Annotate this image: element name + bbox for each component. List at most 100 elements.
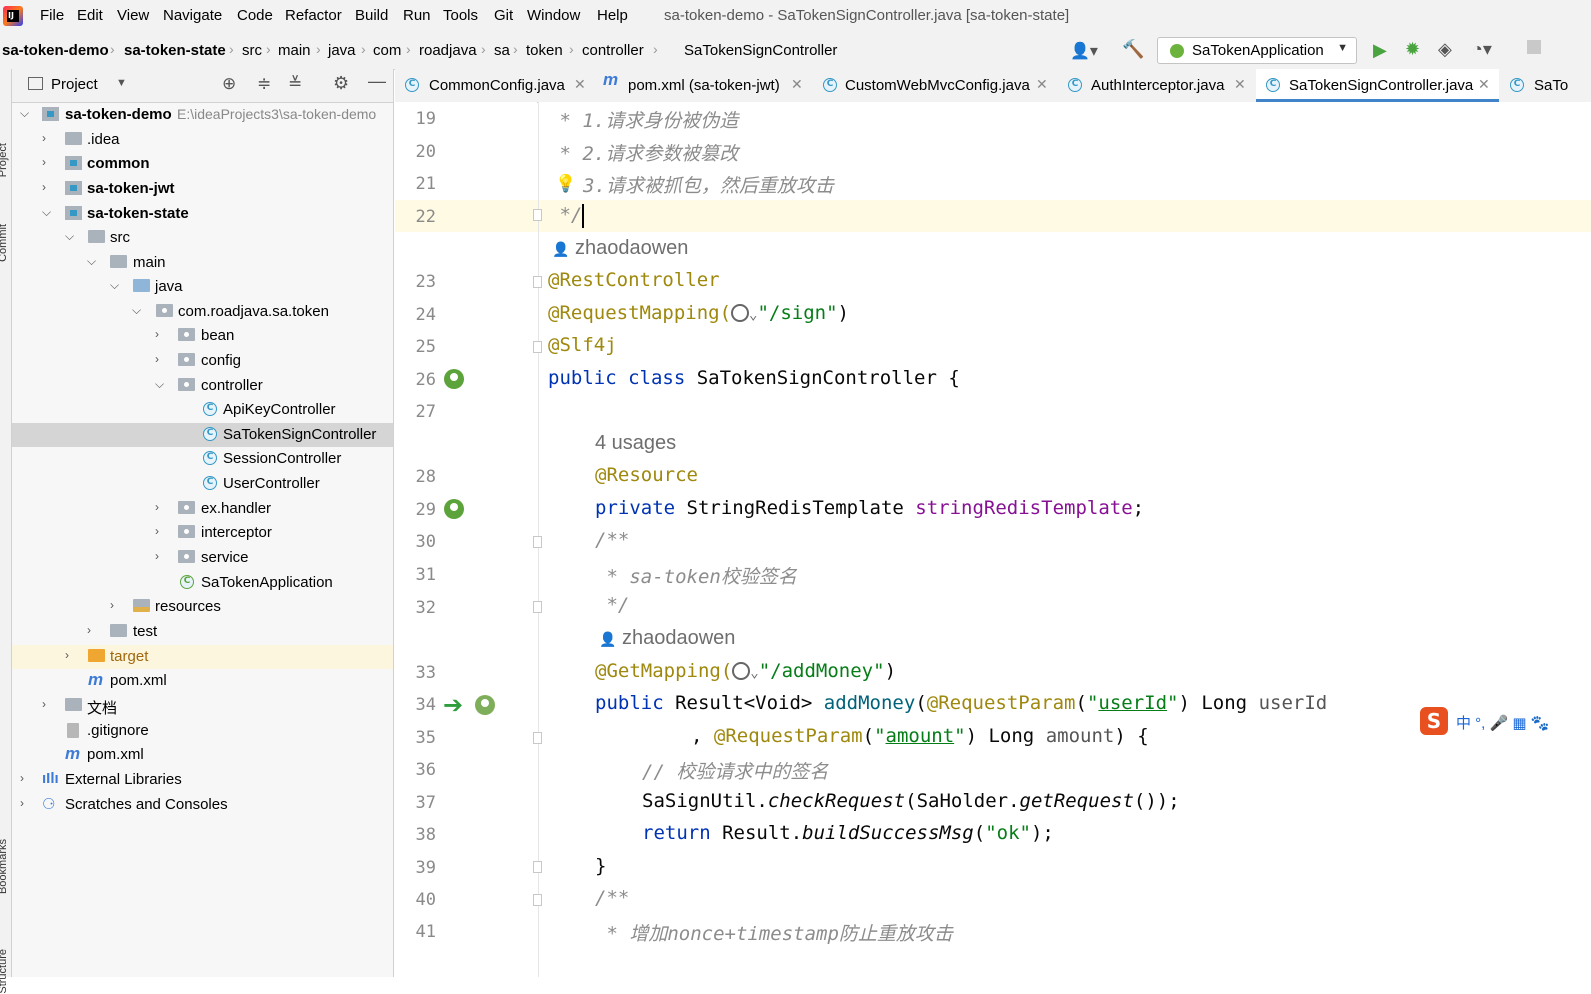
breadcrumb-item[interactable]: java bbox=[328, 42, 356, 59]
spring-bean-icon[interactable] bbox=[444, 499, 464, 519]
sogou-ime-icon[interactable]: S bbox=[1420, 707, 1448, 735]
tab-authinterceptor[interactable]: C AuthInterceptor.java ✕ bbox=[1059, 69, 1255, 102]
commit-tool-label[interactable]: Commit bbox=[0, 224, 9, 262]
collapse-all-icon[interactable]: ≚ bbox=[288, 74, 302, 94]
run-configuration-select[interactable]: SaTokenApplication ▼ bbox=[1157, 37, 1357, 64]
fold-marker-icon[interactable] bbox=[533, 861, 542, 873]
breadcrumb-item-current[interactable]: SaTokenSignController bbox=[684, 42, 837, 59]
tree-item-ex-handler[interactable]: › ex.handler bbox=[12, 497, 393, 521]
tree-item-satokensigncontroller-selected[interactable]: C SaTokenSignController bbox=[12, 423, 393, 447]
arrow-right-icon[interactable]: ➔ bbox=[443, 691, 463, 720]
tree-item-sa-token-jwt[interactable]: › sa-token-jwt bbox=[12, 177, 393, 201]
breadcrumb-item[interactable]: controller bbox=[582, 42, 644, 59]
breadcrumb-item[interactable]: src bbox=[242, 42, 262, 59]
coverage-icon[interactable]: ◈ bbox=[1438, 39, 1452, 60]
chevron-down-icon[interactable]: ⌄ bbox=[750, 665, 758, 681]
profiler-icon[interactable]: ◔▾ bbox=[1472, 39, 1492, 60]
breadcrumb-item[interactable]: token bbox=[526, 42, 563, 59]
tree-item-src[interactable]: ⌵ src bbox=[12, 226, 393, 250]
menu-file[interactable]: File bbox=[40, 7, 64, 24]
menu-refactor[interactable]: Refactor bbox=[285, 7, 342, 24]
code-editor[interactable] bbox=[539, 102, 1591, 977]
hide-panel-icon[interactable]: — bbox=[368, 71, 386, 92]
breadcrumb-item[interactable]: sa bbox=[494, 42, 510, 59]
tree-item-gitignore[interactable]: .gitignore bbox=[12, 719, 393, 743]
tree-item-test[interactable]: › test bbox=[12, 620, 393, 644]
run-icon[interactable]: ▶ bbox=[1373, 40, 1387, 61]
tree-item-pom-state[interactable]: m pom.xml bbox=[12, 669, 393, 693]
tree-item-pom-root[interactable]: m pom.xml bbox=[12, 743, 393, 767]
tree-item-sa-token-demo[interactable]: ⌵ sa-token-demo E:\ideaProjects3\sa-toke… bbox=[12, 103, 393, 127]
menu-git[interactable]: Git bbox=[494, 7, 513, 24]
tab-pom-jwt[interactable]: m pom.xml (sa-token-jwt) ✕ bbox=[596, 69, 813, 102]
tree-item-apikeycontroller[interactable]: C ApiKeyController bbox=[12, 398, 393, 422]
menu-code[interactable]: Code bbox=[237, 7, 273, 24]
menu-navigate[interactable]: Navigate bbox=[163, 7, 222, 24]
menu-tools[interactable]: Tools bbox=[443, 7, 478, 24]
fold-marker-icon[interactable] bbox=[533, 894, 542, 906]
lightbulb-icon[interactable]: 💡 bbox=[555, 174, 576, 194]
menu-edit[interactable]: Edit bbox=[77, 7, 103, 24]
debug-icon[interactable]: ✹ bbox=[1405, 39, 1420, 60]
tree-item-sa-token-state[interactable]: ⌵ sa-token-state bbox=[12, 202, 393, 226]
menu-view[interactable]: View bbox=[117, 7, 149, 24]
fold-marker-icon[interactable] bbox=[533, 536, 542, 548]
tree-item-bean[interactable]: › bean bbox=[12, 324, 393, 348]
menu-run[interactable]: Run bbox=[403, 7, 431, 24]
menu-build[interactable]: Build bbox=[355, 7, 388, 24]
tree-item-main[interactable]: ⌵ main bbox=[12, 251, 393, 275]
tree-item-controller[interactable]: ⌵ controller bbox=[12, 374, 393, 398]
bookmarks-tool-label[interactable]: Bookmarks bbox=[0, 839, 9, 894]
tree-item-interceptor[interactable]: › interceptor bbox=[12, 521, 393, 545]
expand-all-icon[interactable]: ≑ bbox=[257, 74, 271, 94]
tree-item-docs[interactable]: › 文档 bbox=[12, 694, 393, 718]
tree-item-target[interactable]: › target bbox=[12, 645, 393, 669]
tree-item-sessioncontroller[interactable]: C SessionController bbox=[12, 447, 393, 471]
fold-marker-icon[interactable] bbox=[533, 732, 542, 744]
tree-item-scratches[interactable]: › ⚆ Scratches and Consoles bbox=[12, 793, 393, 817]
tree-item-external-libraries[interactable]: › ıIlı External Libraries bbox=[12, 768, 393, 792]
build-hammer-icon[interactable]: 🔨 bbox=[1122, 39, 1144, 60]
tree-item-usercontroller[interactable]: C UserController bbox=[12, 472, 393, 496]
breadcrumb-item[interactable]: main bbox=[278, 42, 311, 59]
tab-customwebmvcconfig[interactable]: C CustomWebMvcConfig.java ✕ bbox=[814, 69, 1058, 102]
tab-commonconfig[interactable]: C CommonConfig.java ✕ bbox=[396, 69, 595, 102]
tree-item-common[interactable]: › common bbox=[12, 152, 393, 176]
breadcrumb-item[interactable]: com bbox=[373, 42, 401, 59]
close-icon[interactable]: ✕ bbox=[574, 76, 586, 93]
close-icon[interactable]: ✕ bbox=[1036, 76, 1048, 93]
user-icon[interactable]: 👤▾ bbox=[1070, 41, 1098, 61]
tab-satokensigncontroller-active[interactable]: C SaTokenSignController.java ✕ bbox=[1256, 69, 1499, 102]
tree-item-resources[interactable]: › resources bbox=[12, 595, 393, 619]
menu-help[interactable]: Help bbox=[597, 7, 628, 24]
gear-icon[interactable]: ⚙ bbox=[333, 73, 349, 94]
tree-item-config[interactable]: › config bbox=[12, 349, 393, 373]
tab-overflow[interactable]: C SaTo bbox=[1500, 69, 1591, 102]
locate-file-icon[interactable]: ⊕ bbox=[222, 74, 236, 94]
ime-controls[interactable]: 中 °, 🎤 ▦ 🐾 bbox=[1456, 712, 1549, 733]
spring-bean-icon[interactable] bbox=[444, 369, 464, 389]
globe-icon[interactable] bbox=[731, 304, 750, 322]
chevron-down-icon[interactable]: ▼ bbox=[116, 77, 127, 89]
structure-tool-label[interactable]: Structure bbox=[0, 949, 9, 994]
project-view-title[interactable]: Project bbox=[51, 76, 98, 93]
fold-marker-icon[interactable] bbox=[533, 341, 542, 353]
breadcrumb-item[interactable]: sa-token-state bbox=[124, 42, 226, 59]
tree-item-satokenapplication[interactable]: C SaTokenApplication bbox=[12, 571, 393, 595]
tree-item-package[interactable]: ⌵ com.roadjava.sa.token bbox=[12, 300, 393, 324]
tree-item-java[interactable]: ⌵ java bbox=[12, 275, 393, 299]
close-icon[interactable]: ✕ bbox=[1478, 76, 1490, 93]
ime-toolbar[interactable]: S 中 °, 🎤 ▦ 🐾 bbox=[1418, 705, 1591, 739]
endpoint-icon[interactable] bbox=[475, 695, 495, 715]
globe-icon[interactable] bbox=[732, 662, 751, 680]
menu-window[interactable]: Window bbox=[527, 7, 580, 24]
project-tool-label[interactable]: Project bbox=[0, 143, 9, 177]
fold-marker-icon[interactable] bbox=[533, 209, 542, 221]
stop-icon[interactable] bbox=[1527, 40, 1541, 54]
tree-item-service[interactable]: › service bbox=[12, 546, 393, 570]
usages-hint[interactable]: 4 usages bbox=[595, 432, 676, 455]
close-icon[interactable]: ✕ bbox=[1234, 76, 1246, 93]
fold-marker-icon[interactable] bbox=[533, 601, 542, 613]
tree-item-idea[interactable]: › .idea bbox=[12, 128, 393, 152]
breadcrumb-item[interactable]: roadjava bbox=[419, 42, 477, 59]
